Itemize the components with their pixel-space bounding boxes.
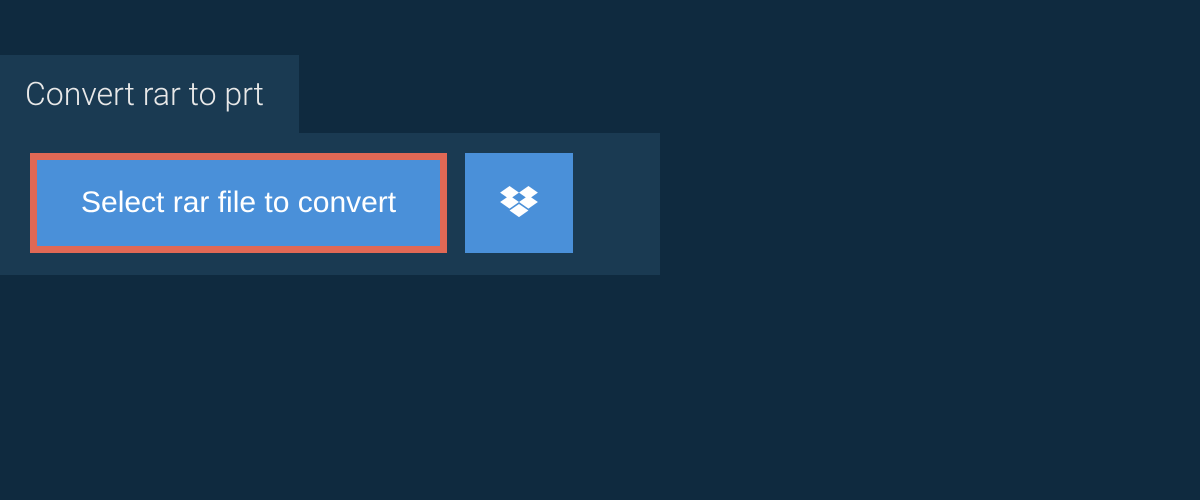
page-title: Convert rar to prt (25, 75, 264, 113)
tab-header: Convert rar to prt (0, 55, 299, 133)
select-file-button[interactable]: Select rar file to convert (30, 153, 447, 253)
select-file-label: Select rar file to convert (81, 186, 396, 220)
action-panel: Select rar file to convert (0, 133, 660, 275)
dropbox-icon (500, 186, 538, 220)
dropbox-button[interactable] (465, 153, 573, 253)
